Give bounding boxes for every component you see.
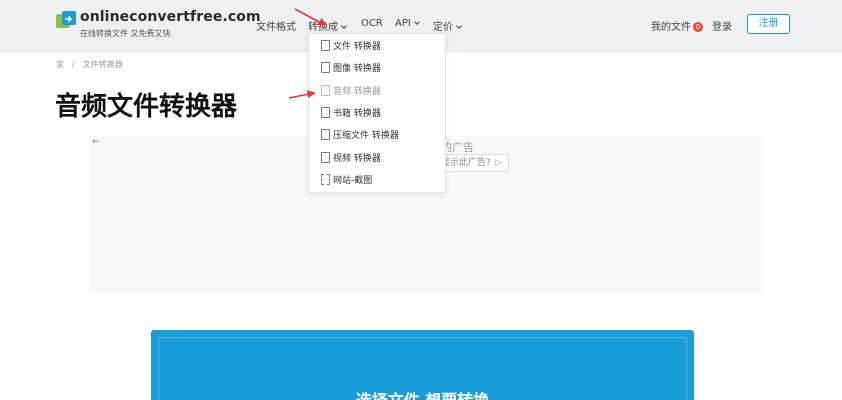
dropdown-item-label: 压缩文件 转换器 (333, 131, 399, 141)
upload-dropzone[interactable]: 选择文件 想要转换 (151, 330, 694, 400)
dropdown-item-image[interactable]: 图像 转换器 (321, 62, 381, 76)
screenshot-icon (321, 174, 330, 185)
dropdown-item-label: 音频 转换器 (333, 87, 381, 97)
dropdown-item-video[interactable]: 视频 转换器 (321, 152, 381, 166)
brand-name: onlineconvertfree.com (80, 9, 261, 25)
nav-api[interactable]: API (395, 18, 420, 29)
convert-to-dropdown: 文件 转换器 图像 转换器 音频 转换器 书籍 转换器 压缩文件 转换器 视频 … (308, 33, 446, 193)
my-docs-label: 我的文件 (651, 22, 691, 33)
dropdown-item-document[interactable]: 文件 转换器 (321, 40, 381, 54)
brand-tagline: 在线转换文件 又免费又快 (80, 29, 171, 38)
dropdown-item-ebook[interactable]: 书籍 转换器 (321, 107, 381, 121)
dropdown-item-label: 文件 转换器 (333, 42, 381, 52)
logo-icon (56, 11, 76, 28)
chevron-down-icon (413, 19, 420, 25)
book-icon (321, 107, 330, 118)
annotation-arrow-icon (294, 8, 326, 26)
nav-file-formats[interactable]: 文件格式 (256, 18, 296, 33)
register-button[interactable]: 注册 (747, 14, 790, 34)
my-docs-count-badge: 0 (693, 22, 703, 32)
my-docs-link[interactable]: 我的文件 0 (651, 18, 703, 33)
document-icon (321, 40, 330, 51)
dropdown-item-label: 网站-截图 (333, 176, 373, 186)
dropdown-item-label: 视频 转换器 (333, 154, 381, 164)
dropdown-item-label: 图像 转换器 (333, 64, 381, 74)
archive-icon (321, 129, 330, 140)
login-link[interactable]: 登录 (712, 18, 732, 33)
nav-api-label: API (395, 18, 411, 29)
breadcrumb-separator: / (72, 60, 75, 69)
breadcrumb-current: 文件转换器 (82, 60, 123, 69)
ad-why-label: 显示此广告? (441, 158, 491, 168)
ad-back-arrow-icon[interactable]: ← (92, 137, 100, 147)
page-title: 音频文件转换器 (55, 92, 238, 122)
play-icon: ▷ (494, 158, 502, 168)
video-icon (321, 152, 330, 163)
nav-pricing-label: 定价 (433, 22, 453, 33)
nav-ocr[interactable]: OCR (361, 18, 383, 29)
dropdown-item-audio[interactable]: 音频 转换器 (321, 85, 381, 99)
image-icon (321, 62, 330, 73)
dropdown-item-screenshot[interactable]: 网站-截图 (321, 174, 372, 188)
chevron-down-icon (456, 23, 462, 29)
breadcrumb-home[interactable]: 家 (56, 60, 64, 69)
dropdown-item-archive[interactable]: 压缩文件 转换器 (321, 129, 399, 143)
chevron-down-icon (341, 23, 347, 29)
annotation-arrow-icon (288, 90, 316, 99)
dropdown-item-label: 书籍 转换器 (333, 109, 381, 119)
choose-file-button[interactable]: 选择文件 想要转换 (151, 387, 694, 400)
audio-icon (321, 85, 330, 96)
breadcrumb: 家 / 文件转换器 (56, 59, 123, 70)
nav-pricing[interactable]: 定价 (433, 18, 462, 33)
